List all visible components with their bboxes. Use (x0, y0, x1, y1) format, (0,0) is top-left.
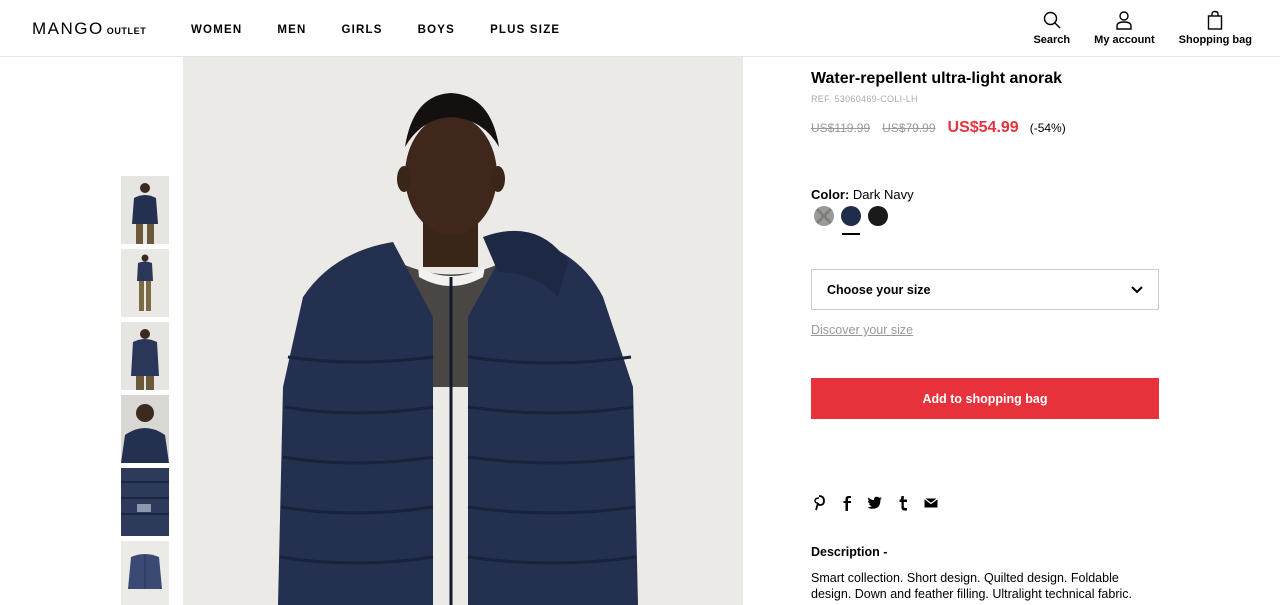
nav-girls[interactable]: GIRLS (342, 24, 383, 36)
account-button[interactable]: My account (1094, 10, 1155, 46)
search-button[interactable]: Search (1033, 10, 1070, 46)
account-label: My account (1094, 34, 1155, 46)
tumblr-icon[interactable] (895, 495, 911, 511)
thumbnail-flat[interactable] (121, 541, 169, 605)
logo-subtext: OUTLET (106, 26, 147, 36)
facebook-icon[interactable] (839, 495, 855, 511)
description-heading[interactable]: Description - (811, 545, 887, 559)
discover-size-link[interactable]: Discover your size (811, 323, 913, 337)
swatch-black[interactable] (868, 206, 888, 226)
twitter-icon[interactable] (867, 495, 883, 511)
search-label: Search (1033, 34, 1071, 46)
product-title: Water-repellent ultra-light anorak (811, 70, 1062, 87)
color-label-row: Color: Dark Navy (811, 187, 914, 202)
swatch-grey[interactable] (814, 206, 834, 226)
main-nav: WOMEN MEN GIRLS BOYS PLUS SIZE (191, 24, 595, 36)
logo[interactable]: MANGO OUTLET (32, 19, 146, 39)
thumbnail-gallery (121, 176, 169, 605)
shopping-bag-button[interactable]: Shopping bag (1179, 10, 1252, 46)
add-to-bag-button[interactable]: Add to shopping bag (811, 378, 1159, 419)
nav-men[interactable]: MEN (277, 24, 306, 36)
pinterest-icon[interactable] (811, 495, 827, 511)
price-row: US$119.99 US$79.99 US$54.99 (-54%) (811, 119, 1161, 137)
color-value: Dark Navy (852, 187, 914, 202)
size-placeholder: Choose your size (827, 282, 931, 297)
bag-icon (1208, 10, 1223, 30)
nav-plus-size[interactable]: PLUS SIZE (490, 24, 560, 36)
chevron-down-icon (1131, 285, 1143, 293)
nav-women[interactable]: WOMEN (191, 24, 242, 36)
social-share (811, 495, 951, 511)
thumbnail-back[interactable] (121, 322, 169, 390)
main-product-image[interactable] (183, 57, 743, 605)
sale-price: US$54.99 (947, 119, 1019, 136)
original-price: US$119.99 (811, 121, 871, 135)
color-swatches (814, 206, 895, 235)
logo-text: MANGO (32, 19, 104, 38)
header-tools: Search My account Shopping bag (1033, 10, 1252, 46)
thumbnail-detail[interactable] (121, 395, 169, 463)
user-icon (1116, 11, 1133, 30)
size-selector[interactable]: Choose your size (811, 269, 1159, 310)
product-reference: REF. 53060469-COLI-LH (811, 94, 918, 104)
nav-boys[interactable]: BOYS (418, 24, 455, 36)
thumbnail-fabric[interactable] (121, 468, 169, 536)
search-icon (1043, 11, 1061, 29)
discount-percent: (-54%) (1029, 121, 1066, 135)
product-info: Water-repellent ultra-light anorak REF. … (811, 70, 1161, 137)
email-icon[interactable] (923, 495, 939, 511)
thumbnail-front[interactable] (121, 176, 169, 244)
swatch-dark-navy[interactable] (841, 206, 861, 235)
site-header: MANGO OUTLET WOMEN MEN GIRLS BOYS PLUS S… (0, 0, 1280, 57)
previous-price: US$79.99 (882, 121, 936, 135)
color-label: Color: (811, 187, 850, 202)
bag-label: Shopping bag (1178, 34, 1252, 46)
description-text: Smart collection. Short design. Quilted … (811, 571, 1133, 601)
thumbnail-full-body[interactable] (121, 249, 169, 317)
